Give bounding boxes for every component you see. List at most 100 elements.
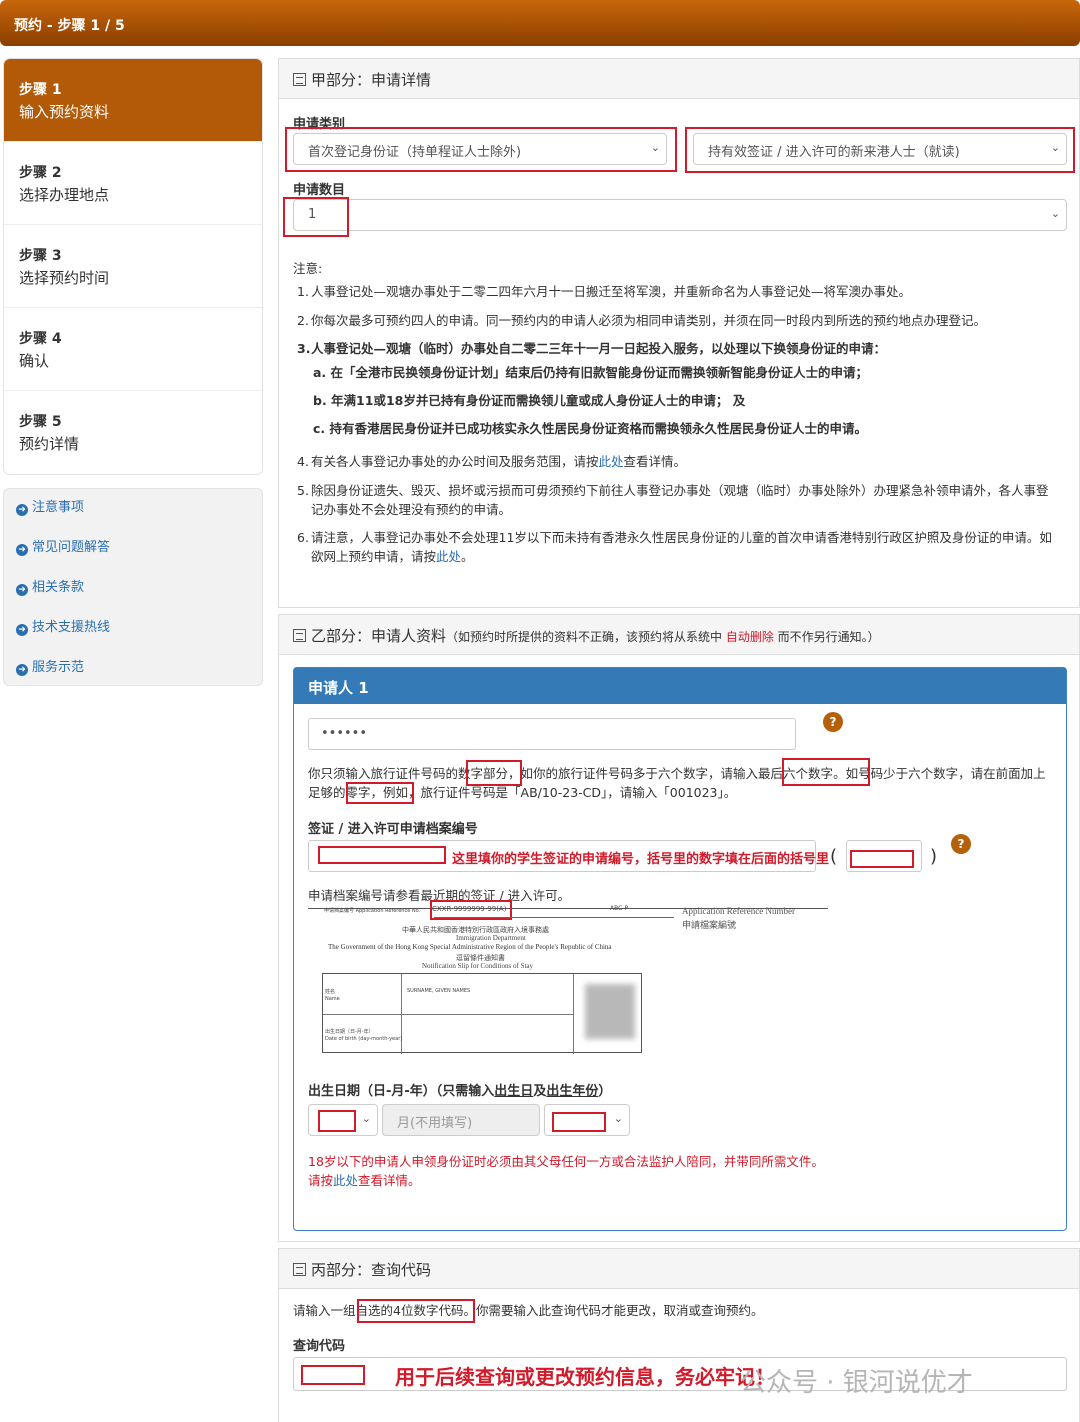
minor-warning-link-line: 请按此处查看详情。 — [308, 1171, 421, 1190]
watermark: 公众号 · 银河说优才 — [740, 1368, 973, 1398]
step-4[interactable]: 步骤 4 确认 — [4, 308, 262, 391]
minor-warning: 18岁以下的申请人申领身份证时必须由其父母任何一方或合法监护人陪同，并带同所需文… — [308, 1154, 824, 1169]
highlight-box — [318, 846, 446, 864]
part-b-header: 乙部分：申请人资料（如预约时所提供的资料不正确，该预约将从系统中 自动删除 而不… — [279, 615, 1079, 655]
step-label: 预约详情 — [19, 435, 80, 453]
note-text: 查看详情。 — [623, 454, 687, 469]
link-label: 相关条款 — [32, 580, 85, 595]
dob-text: 出生日期（日-月-年）（只需输入 — [308, 1084, 495, 1099]
note-item: 5. 除因身份证遗失、毁灭、损坏或污损而可毋须预约下前往人事登记办事处（观塘（临时… — [297, 483, 1049, 517]
part-a-header: 甲部分：申请详情 — [279, 59, 1079, 99]
doc-text: ABC-P — [610, 905, 629, 912]
hint-text: 。你需要输入此查询代码才能更改，取消或查询预约。 — [463, 1303, 764, 1318]
part-b-panel: 乙部分：申请人资料（如预约时所提供的资料不正确，该预约将从系统中 自动删除 而不… — [278, 614, 1080, 1242]
open-paren: ( — [830, 846, 838, 867]
doc-text: 出生日期（日-月-年） — [325, 1029, 374, 1035]
highlight-box — [552, 1112, 606, 1132]
help-icon[interactable]: ? — [951, 834, 971, 854]
link-terms[interactable]: ➜ 相关条款 — [16, 577, 262, 617]
details-link[interactable]: 此处 — [333, 1173, 358, 1188]
link-label: 服务示范 — [32, 660, 85, 675]
part-a-panel: 甲部分：申请详情 申请类别 首次登记身份证（持单程证人士除外) ⌄ 持有效签证 /… — [278, 58, 1080, 608]
step-number: 步骤 5 — [19, 414, 62, 430]
doc-text: 姓名 — [325, 989, 336, 995]
step-2[interactable]: 步骤 2 选择办理地点 — [4, 142, 262, 225]
note-link[interactable]: 此处 — [436, 549, 461, 564]
hint-text: 请输入一组 — [293, 1303, 356, 1318]
link-label: 常见问题解答 — [32, 540, 111, 555]
step-label: 选择预约时间 — [19, 269, 110, 287]
dob-text: 及 — [533, 1084, 547, 1099]
note-red: 自动删除 — [725, 630, 774, 644]
page-title: 预约 - 步骤 1 / 5 — [14, 18, 125, 34]
doc-rule — [434, 917, 674, 918]
doc-text: The Government of the Hong Kong Special … — [328, 943, 612, 951]
note-sub-item: b. 年满11或18岁并已持有身份证而需换领儿童或成人身份证人士的申请； 及 — [313, 393, 746, 408]
step-label: 输入预约资料 — [19, 103, 110, 121]
part-a-title: 甲部分：申请详情 — [311, 71, 432, 89]
highlight-box — [346, 782, 414, 804]
highlight-box — [685, 127, 1075, 173]
note-text: （如预约时所提供的资料不正确，该预约将从系统中 — [446, 630, 726, 644]
link-faq[interactable]: ➜ 常见问题解答 — [16, 537, 262, 577]
page-header: 预约 - 步骤 1 / 5 — [0, 0, 1080, 46]
application-count-label: 申请数目 — [293, 183, 346, 198]
note-text: 人事登记处—观塘办事处于二零二四年六月十一日搬迁至将军澳，并重新命名为人事登记处… — [311, 284, 912, 299]
arrow-circle-icon: ➜ — [16, 504, 28, 516]
doc-text: Immigration Department — [456, 934, 526, 942]
arrow-circle-icon: ➜ — [16, 624, 28, 636]
arrow-circle-icon: ➜ — [16, 544, 28, 556]
part-b-title: 乙部分：申请人资料 — [311, 627, 447, 645]
note-link[interactable]: 此处 — [599, 454, 624, 469]
note-text: 请注意，人事登记办事处不会处理11岁以下而未持有香港永久性居民身份证的儿童的首次… — [311, 530, 1052, 564]
list-icon — [293, 629, 306, 642]
part-c-header: 丙部分：查询代码 — [279, 1249, 1079, 1289]
photo-placeholder — [585, 984, 635, 1039]
note-sub-item: a. 在「全港市民换领身份证计划」结束后仍持有旧款智能身份证而需换领新智能身份证… — [313, 365, 869, 380]
part-c-title: 丙部分：查询代码 — [311, 1261, 432, 1279]
step-3[interactable]: 步骤 3 选择预约时间 — [4, 225, 262, 308]
link-label: 注意事项 — [32, 500, 85, 515]
notes-title: 注意: — [293, 261, 323, 276]
applicant-1-card: 申请人 1 •••••• ? 你只须输入旅行证件号码的数字部分，如你的旅行证件号… — [293, 667, 1067, 1231]
note-item: 1. 人事登记处—观塘办事处于二零二四年六月十一日搬迁至将军澳，并重新命名为人事登… — [297, 284, 912, 299]
link-support-hotline[interactable]: ➜ 技术支援热线 — [16, 617, 262, 657]
visa-ref-label: 签证 / 进入许可申请档案编号 — [308, 822, 478, 837]
doc-text: SURNAME, GIVEN NAMES — [407, 988, 471, 994]
doc-text: Name — [325, 996, 340, 1002]
help-icon[interactable]: ? — [823, 712, 843, 732]
step-1[interactable]: 步骤 1 输入预约资料 — [4, 59, 262, 142]
close-paren: ) — [930, 846, 938, 867]
note-item: 4. 有关各人事登记办事处的办公时间及服务范围，请按此处查看详情。 — [297, 454, 687, 469]
highlight-box — [283, 197, 349, 237]
help-links: ➜ 注意事项 ➜ 常见问题解答 ➜ 相关条款 ➜ 技术支援热线 ➜ 服务示范 — [3, 488, 263, 686]
query-code-label: 查询代码 — [293, 1339, 346, 1354]
doc-number-hint: 你只须输入旅行证件号码的数字部分，如你的旅行证件号码多于六个数字，请输入最后六个… — [308, 766, 1046, 800]
travel-doc-number-input[interactable]: •••••• — [308, 718, 796, 750]
query-code-annotation: 用于后续查询或更改预约信息，务必牢记！ — [395, 1365, 775, 1389]
link-service-demo[interactable]: ➜ 服务示范 — [16, 657, 262, 697]
list-icon — [293, 73, 306, 86]
highlight-box — [301, 1365, 365, 1385]
note-item: 2. 你每次最多可预约四人的申请。同一预约内的申请人必须为相同申请类别，并须在同一… — [297, 313, 987, 328]
application-count-select[interactable]: 1 ⌄ — [293, 199, 1067, 231]
steps-sidebar: 步骤 1 输入预约资料 步骤 2 选择办理地点 步骤 3 选择预约时间 步骤 4 确认 … — [3, 58, 263, 475]
step-number: 步骤 1 — [19, 82, 62, 98]
highlight-box — [285, 127, 677, 172]
doc-text: 申请档案编号 Application Reference No. — [324, 908, 421, 914]
arrow-circle-icon: ➜ — [16, 584, 28, 596]
visa-annotation: 这里填你的学生签证的申请编号，括号里的数字填在后面的括号里 — [452, 852, 830, 867]
note-text: 除因身份证遗失、毁灭、损坏或污损而可毋须预约下前往人事登记办事处（观塘（临时）办… — [311, 483, 1049, 517]
step-number: 步骤 3 — [19, 248, 62, 264]
doc-text: Date of birth (day-month-year) — [325, 1036, 403, 1042]
highlight-box — [466, 760, 522, 786]
doc-text: Application Reference Number — [682, 906, 795, 916]
link-notes[interactable]: ➜ 注意事项 — [16, 497, 262, 537]
doc-text: 申請檔案編號 — [682, 921, 737, 931]
step-5[interactable]: 步骤 5 预约详情 — [4, 391, 262, 474]
step-label: 确认 — [19, 352, 50, 370]
highlight-box — [782, 758, 870, 786]
arrow-circle-icon: ➜ — [16, 664, 28, 676]
dob-month-select: 月(不用填写) — [382, 1104, 540, 1136]
dob-text: 出生日 — [494, 1084, 534, 1099]
